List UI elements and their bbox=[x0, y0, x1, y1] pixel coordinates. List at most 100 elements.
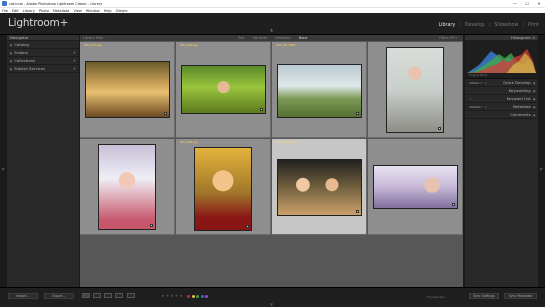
chevron-down-icon[interactable]: ▾ bbox=[485, 105, 489, 109]
filter-preset-dropdown[interactable]: Filters Off ▾ bbox=[439, 36, 457, 40]
grid-cell[interactable] bbox=[368, 139, 463, 235]
panel-label: Catalog bbox=[14, 42, 29, 47]
menu-library[interactable]: Library bbox=[23, 9, 35, 13]
sync-settings-button[interactable]: Sync Settings bbox=[469, 293, 499, 299]
color-labels bbox=[187, 295, 210, 298]
grid-cell-selected[interactable]: IMG_2207_6.JPG bbox=[272, 139, 367, 235]
module-print[interactable]: Print bbox=[528, 23, 539, 28]
sync-metadata-button[interactable]: Sync Metadata bbox=[504, 293, 537, 299]
disclosure-triangle-icon: ▶ bbox=[10, 42, 13, 47]
photo-thumbnail[interactable] bbox=[386, 47, 444, 133]
export-button[interactable]: Export... bbox=[44, 293, 74, 299]
panel-keywording[interactable]: Keywording ◀ bbox=[465, 87, 538, 95]
star-icon[interactable]: ★ bbox=[179, 294, 183, 298]
panel-publish-services[interactable]: ▶ Publish Services + bbox=[7, 65, 79, 73]
top-panel-toggle-icon[interactable]: ▲ bbox=[270, 27, 273, 32]
maximize-button[interactable]: ☐ bbox=[521, 0, 533, 7]
add-icon[interactable]: + bbox=[469, 97, 473, 101]
menu-metadata[interactable]: Metadata bbox=[53, 9, 70, 13]
add-icon[interactable]: + bbox=[73, 58, 76, 63]
left-panel-toggle-icon[interactable]: ◀ bbox=[1, 166, 4, 171]
saved-preset-select[interactable]: Saved bbox=[468, 80, 484, 85]
minimize-button[interactable]: — bbox=[509, 0, 521, 7]
grid-view: Library Filter : Text Attribute Metadata… bbox=[80, 35, 463, 287]
disclosure-triangle-icon: ◀ bbox=[532, 96, 535, 101]
color-label-green[interactable] bbox=[196, 295, 199, 298]
panel-label: Comments bbox=[510, 112, 531, 117]
panel-label: Collections bbox=[14, 58, 36, 63]
star-icon[interactable]: ★ bbox=[161, 294, 165, 298]
filter-tab-metadata[interactable]: Metadata bbox=[275, 36, 291, 40]
photo-thumbnail[interactable] bbox=[194, 147, 252, 231]
panel-catalog[interactable]: ▶ Catalog bbox=[7, 41, 79, 49]
menu-help[interactable]: Help bbox=[104, 9, 112, 13]
cell-filename: IMG_2206.jpg bbox=[180, 141, 198, 144]
grid-cell[interactable]: IMG_2202.jpg bbox=[176, 42, 271, 138]
rating-stars: ★ ★ ★ ★ ★ bbox=[161, 294, 184, 298]
import-button[interactable]: Import... bbox=[8, 293, 38, 299]
window-title: cat.lrcat - Adobe Photoshop Lightroom Cl… bbox=[9, 1, 103, 6]
filter-tab-attribute[interactable]: Attribute bbox=[253, 36, 268, 40]
edit-badge-icon bbox=[452, 203, 455, 206]
grid-cell[interactable]: DSC_0317.NEF bbox=[272, 42, 367, 138]
grid-view-icon[interactable] bbox=[82, 293, 90, 298]
module-slideshow[interactable]: Slideshow bbox=[494, 23, 518, 28]
disclosure-triangle-icon: ◀ bbox=[532, 112, 535, 117]
bottom-panel-toggle-icon[interactable]: ▼ bbox=[270, 302, 273, 307]
photo-thumbnail[interactable] bbox=[98, 144, 156, 230]
filter-tab-text[interactable]: Text bbox=[238, 36, 245, 40]
menu-window[interactable]: Window bbox=[86, 9, 100, 13]
edit-badge-icon bbox=[260, 108, 263, 111]
panel-metadata[interactable]: Default ▾ Metadata ◀ bbox=[465, 103, 538, 111]
menu-simple[interactable]: Simple bbox=[116, 9, 128, 13]
module-separator: | bbox=[459, 23, 461, 28]
panel-quick-develop[interactable]: Saved ▾ Quick Develop ◀ bbox=[465, 79, 538, 87]
color-label-blue[interactable] bbox=[200, 295, 204, 298]
panel-label: Publish Services bbox=[14, 66, 46, 71]
menu-view[interactable]: View bbox=[73, 9, 81, 13]
app-icon bbox=[2, 1, 7, 6]
grid-cell[interactable] bbox=[368, 42, 463, 138]
right-panel-toggle-icon[interactable]: ▶ bbox=[540, 166, 543, 171]
color-label-purple[interactable] bbox=[205, 295, 208, 298]
photo-thumbnail[interactable] bbox=[373, 165, 458, 209]
star-icon[interactable]: ★ bbox=[166, 294, 170, 298]
compare-view-icon[interactable] bbox=[104, 293, 112, 298]
chevron-down-icon[interactable]: ▾ bbox=[485, 81, 489, 85]
module-library[interactable]: Library bbox=[438, 23, 455, 28]
photo-thumbnail[interactable] bbox=[181, 65, 266, 114]
photo-thumbnail[interactable] bbox=[85, 61, 170, 118]
color-label-red[interactable] bbox=[187, 295, 190, 298]
filter-tab-none[interactable]: None bbox=[299, 36, 308, 40]
panel-collections[interactable]: ▶ Collections + bbox=[7, 57, 79, 65]
edit-badge-icon bbox=[356, 210, 359, 213]
panel-label: Keywording bbox=[508, 88, 531, 93]
star-icon[interactable]: ★ bbox=[175, 294, 179, 298]
photo-thumbnail[interactable] bbox=[277, 64, 362, 118]
cell-filename: IMG_2207_6.JPG bbox=[276, 141, 298, 144]
menu-photo[interactable]: Photo bbox=[39, 9, 49, 13]
menu-edit[interactable]: Edit bbox=[12, 9, 19, 13]
color-label-yellow[interactable] bbox=[191, 295, 195, 298]
panel-keyword-list[interactable]: + Keyword List ◀ bbox=[465, 95, 538, 103]
metadata-preset-select[interactable]: Default bbox=[468, 104, 484, 109]
menu-file[interactable]: File bbox=[2, 9, 8, 13]
close-button[interactable]: ✕ bbox=[533, 0, 545, 7]
photo-thumbnail[interactable] bbox=[277, 159, 362, 216]
panel-comments[interactable]: Comments ◀ bbox=[465, 111, 538, 119]
module-develop[interactable]: Develop bbox=[465, 23, 485, 28]
add-icon[interactable]: + bbox=[73, 66, 76, 71]
add-icon[interactable]: + bbox=[73, 50, 76, 55]
survey-view-icon[interactable] bbox=[115, 293, 123, 298]
loupe-view-icon[interactable] bbox=[93, 293, 101, 298]
library-filter-bar: Library Filter : Text Attribute Metadata… bbox=[80, 35, 463, 41]
grid-cell[interactable] bbox=[80, 139, 175, 235]
people-view-icon[interactable] bbox=[127, 293, 135, 298]
histogram: Original Photo bbox=[465, 41, 538, 79]
module-picker: Library | Develop | Slideshow | Print bbox=[438, 23, 539, 28]
star-icon[interactable]: ★ bbox=[170, 294, 174, 298]
grid-cell[interactable]: IMG_2206.jpg bbox=[176, 139, 271, 235]
panel-folders[interactable]: ▶ Folders + bbox=[7, 49, 79, 57]
navigator-label: Navigator bbox=[10, 35, 29, 40]
grid-cell[interactable]: IMG_2201.jpg bbox=[80, 42, 175, 138]
